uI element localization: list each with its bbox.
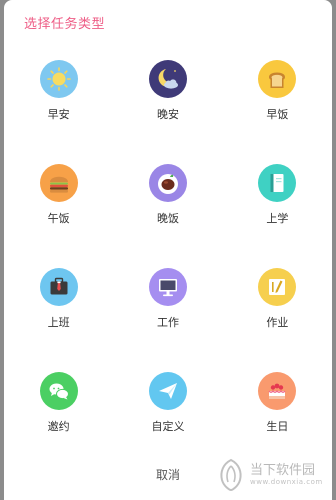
burger-icon <box>39 164 78 202</box>
task-option-label: 晚饭 <box>156 212 179 225</box>
book-icon <box>258 164 297 202</box>
task-option-school[interactable]: 上学 <box>223 164 332 268</box>
bread-icon <box>258 60 297 98</box>
task-option-label: 早饭 <box>266 108 289 121</box>
task-option-label: 午饭 <box>47 212 70 225</box>
task-option-work-commute[interactable]: 上班 <box>4 268 113 372</box>
sun-icon <box>39 60 78 98</box>
task-option-label: 上学 <box>266 212 289 225</box>
chat-icon <box>39 372 78 410</box>
task-option-lunch[interactable]: 午饭 <box>4 164 113 268</box>
watermark-sub-text: www.downxia.com <box>250 478 323 486</box>
task-type-dialog: 选择任务类型 早安 晚安 早饭 午饭 晚饭 上学 上班 工作 作业 邀约 自定义… <box>4 0 332 500</box>
watermark: 当下软件园 www.downxia.com <box>216 455 326 495</box>
task-option-work[interactable]: 工作 <box>113 268 222 372</box>
task-option-label: 邀约 <box>47 420 70 433</box>
watermark-main-text: 当下软件园 <box>250 463 316 478</box>
dialog-title: 选择任务类型 <box>24 17 106 32</box>
watermark-logo-icon <box>216 458 246 492</box>
task-option-label: 上班 <box>47 316 70 329</box>
task-option-dinner[interactable]: 晚饭 <box>113 164 222 268</box>
pencil-paper-icon <box>258 268 297 306</box>
monitor-icon <box>148 268 187 306</box>
task-type-grid: 早安 晚安 早饭 午饭 晚饭 上学 上班 工作 作业 邀约 自定义 生日 <box>4 60 332 476</box>
task-option-custom[interactable]: 自定义 <box>113 372 222 476</box>
dinner-plate-icon <box>148 164 187 202</box>
task-option-label: 自定义 <box>151 420 185 433</box>
task-option-good-night[interactable]: 晚安 <box>113 60 222 164</box>
moon-cloud-icon <box>148 60 187 98</box>
task-option-breakfast[interactable]: 早饭 <box>223 60 332 164</box>
task-option-homework[interactable]: 作业 <box>223 268 332 372</box>
task-option-good-morning[interactable]: 早安 <box>4 60 113 164</box>
task-option-label: 晚安 <box>156 108 179 121</box>
task-option-label: 作业 <box>266 316 289 329</box>
paper-plane-icon <box>148 372 187 410</box>
task-option-label: 生日 <box>266 420 289 433</box>
task-option-invitation[interactable]: 邀约 <box>4 372 113 476</box>
watermark-text: 当下软件园 www.downxia.com <box>250 463 323 487</box>
task-option-label: 工作 <box>156 316 179 329</box>
cake-icon <box>258 372 297 410</box>
briefcase-icon <box>39 268 78 306</box>
task-option-label: 早安 <box>47 108 70 121</box>
